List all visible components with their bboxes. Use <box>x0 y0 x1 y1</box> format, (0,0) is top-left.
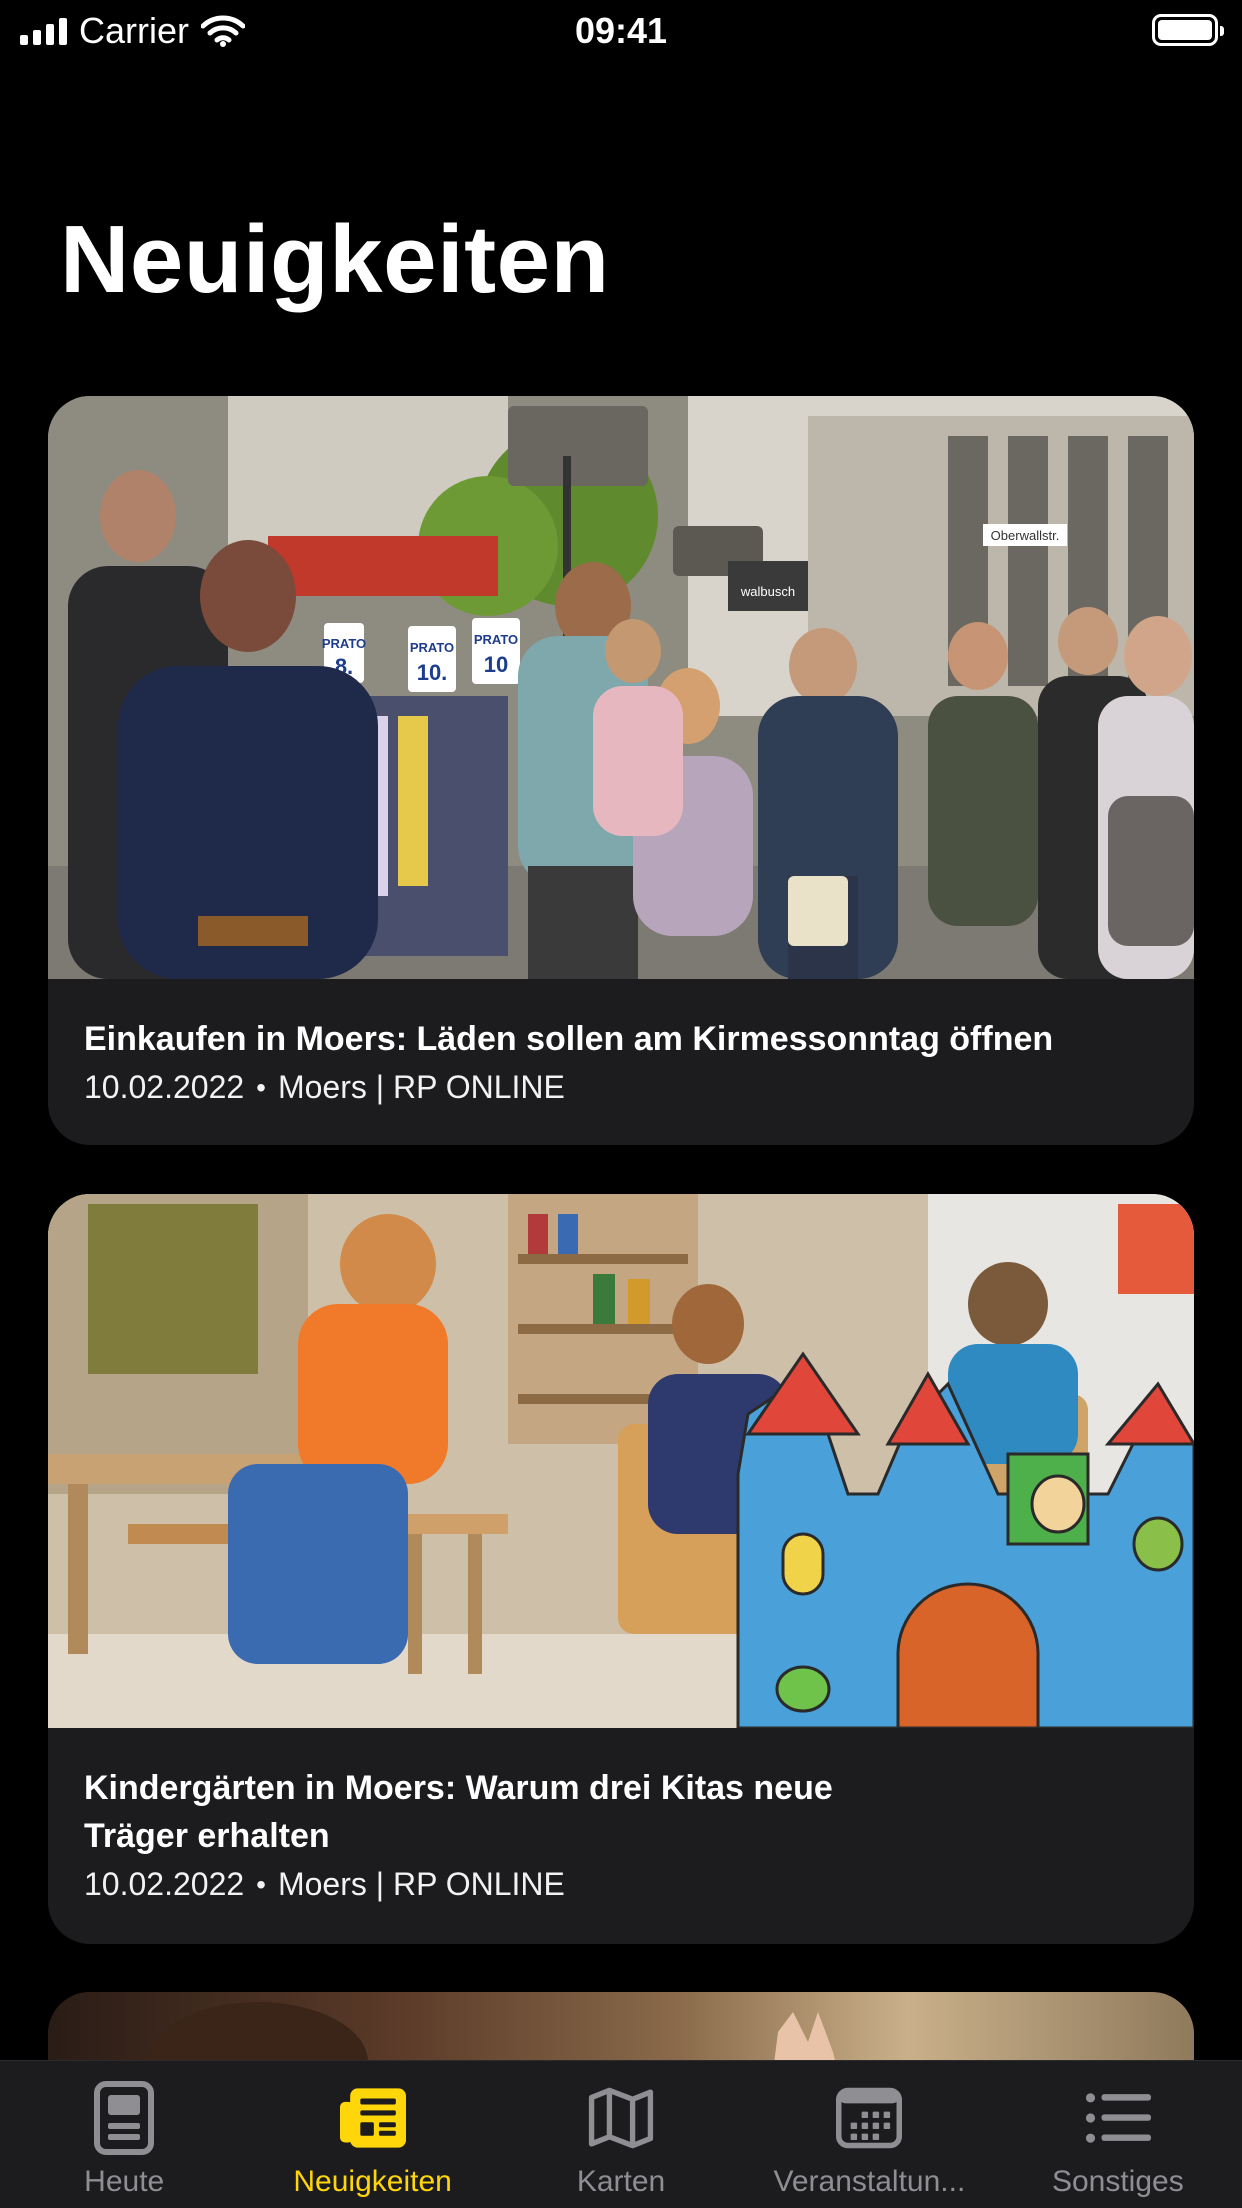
tab-karten[interactable]: Karten <box>497 2061 745 2208</box>
kindergarten-scene-illustration <box>48 1194 1194 1728</box>
article-title-line: Träger erhalten <box>84 1817 330 1855</box>
tab-label: Veranstaltun... <box>773 2165 966 2198</box>
tab-neuigkeiten[interactable]: Neuigkeiten <box>248 2061 496 2208</box>
article-source: Moers | RP ONLINE <box>277 1866 565 1902</box>
article-title-line: Kindergärten in Moers: Warum drei Kitas … <box>84 1769 833 1807</box>
page-title: Neuigkeiten <box>60 206 610 313</box>
newspaper-icon <box>339 2079 406 2157</box>
article-card-body: Kindergärten in Moers: Warum drei Kitas … <box>48 1728 1194 1903</box>
article-title: Einkaufen in Moers: Läden sollen am Kirm… <box>84 1020 1054 1058</box>
meta-separator: • <box>256 1868 266 1900</box>
sign-text: PRATO <box>322 636 366 651</box>
sign-text: 10. <box>417 660 448 685</box>
status-time: 09:41 <box>574 10 668 51</box>
article-image-street: PRATO 8. PRATO 10. PRATO 10 walbusch Obe… <box>48 396 1194 979</box>
meta-separator: • <box>256 1071 266 1103</box>
map-icon <box>588 2079 654 2157</box>
list-icon <box>1085 2079 1151 2157</box>
tab-label: Sonstiges <box>1051 2165 1184 2198</box>
article-date: 10.02.2022 <box>84 1069 245 1105</box>
article-card[interactable]: Kindergärten in Moers: Warum drei Kitas … <box>48 1194 1194 1944</box>
article-date: 10.02.2022 <box>84 1866 245 1902</box>
tab-label: Neuigkeiten <box>293 2165 452 2198</box>
article-source: Moers | RP ONLINE <box>277 1069 565 1105</box>
sign-text: 10 <box>484 652 508 677</box>
article-meta: 10.02.2022 • Moers | RP ONLINE <box>84 1069 1158 1106</box>
sign-text: PRATO <box>410 640 454 655</box>
tab-bar: Heute Neuigkeiten Karten Veranstaltun...… <box>0 2060 1242 2208</box>
article-title: Kindergärten in Moers: Warum drei Kitas … <box>84 1764 1158 1860</box>
sign-text: walbusch <box>740 584 795 599</box>
tab-label: Karten <box>576 2165 666 2198</box>
tab-sonstiges[interactable]: Sonstiges <box>994 2061 1242 2208</box>
article-image-kindergarten <box>48 1194 1194 1728</box>
tab-veranstaltungen[interactable]: Veranstaltun... <box>745 2061 993 2208</box>
tab-label: Heute <box>84 2165 165 2198</box>
calendar-icon <box>836 2079 903 2157</box>
article-card-body: Einkaufen in Moers: Läden sollen am Kirm… <box>48 979 1194 1106</box>
article-card[interactable]: PRATO 8. PRATO 10. PRATO 10 walbusch Obe… <box>48 396 1194 1145</box>
battery-icon <box>1152 14 1224 46</box>
street-scene-illustration: PRATO 8. PRATO 10. PRATO 10 walbusch Obe… <box>48 396 1194 979</box>
tab-heute[interactable]: Heute <box>0 2061 248 2208</box>
status-bar: Carrier 09:41 <box>0 0 1242 62</box>
article-meta: 10.02.2022 • Moers | RP ONLINE <box>84 1866 1158 1903</box>
sign-text: PRATO <box>474 632 518 647</box>
sign-text: Oberwallstr. <box>991 528 1060 543</box>
phone-icon <box>91 2079 157 2157</box>
